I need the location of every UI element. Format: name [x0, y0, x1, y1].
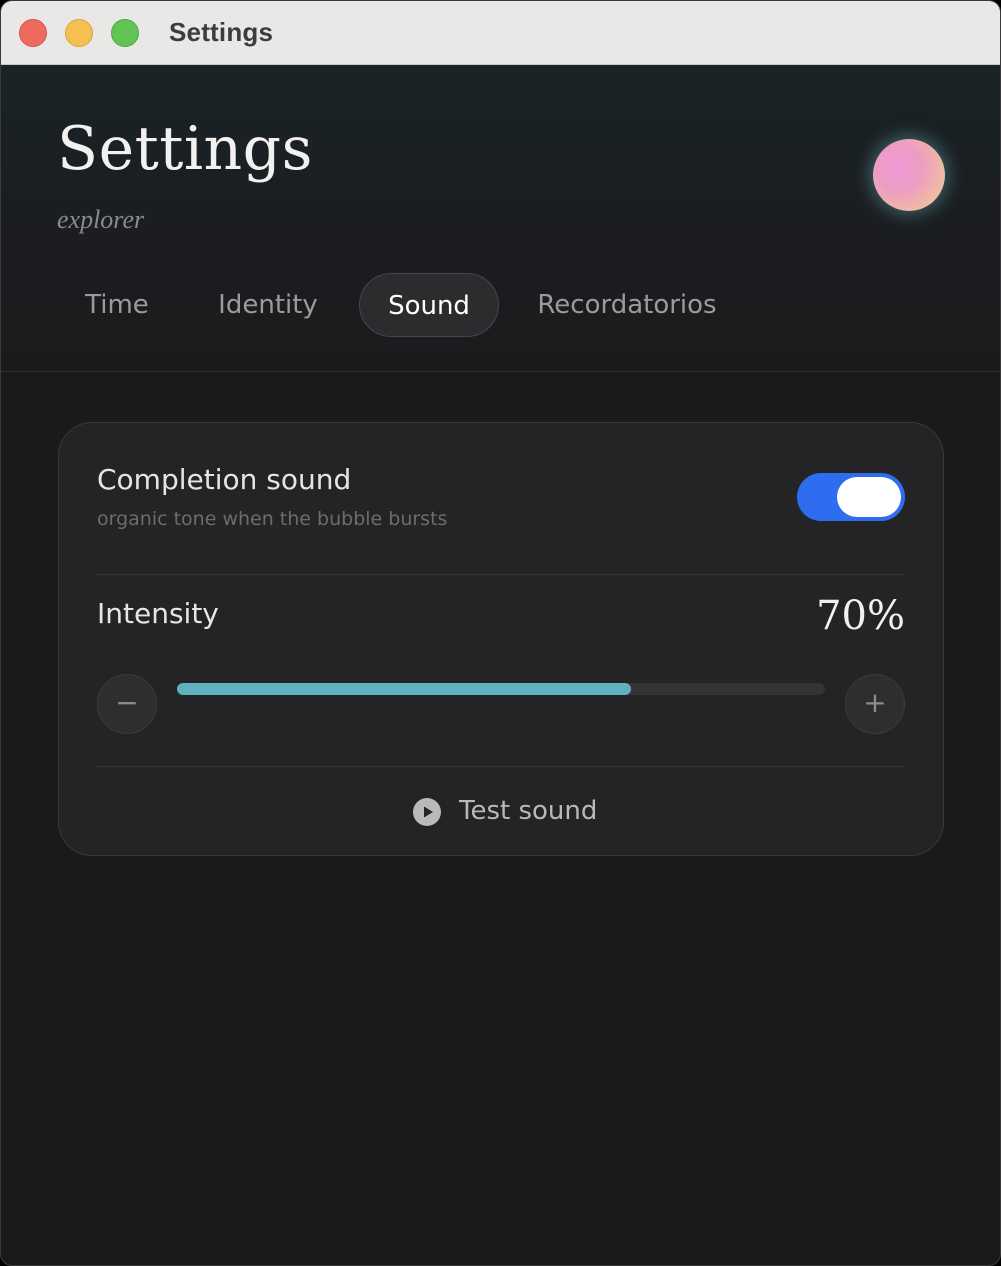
tab-recordatorios[interactable]: Recordatorios	[529, 273, 725, 337]
intensity-value: 70%	[816, 593, 905, 639]
completion-sound-title: Completion sound	[97, 463, 352, 496]
test-sound-button[interactable]: Test sound	[407, 789, 597, 837]
maximize-window-button[interactable]	[111, 19, 139, 47]
divider	[97, 574, 905, 575]
minus-icon: −	[115, 686, 139, 719]
settings-header: Settings explorer Time Identity Sound Re…	[1, 65, 1000, 372]
avatar[interactable]	[873, 139, 945, 211]
page-subtitle: explorer	[57, 205, 145, 234]
intensity-label: Intensity	[97, 597, 219, 630]
play-icon	[413, 798, 441, 826]
minimize-window-button[interactable]	[65, 19, 93, 47]
tab-identity[interactable]: Identity	[207, 273, 329, 337]
intensity-slider-fill	[177, 683, 631, 695]
settings-window: Settings Settings explorer Time Identity…	[0, 0, 1001, 1266]
title-bar: Settings	[1, 1, 1000, 65]
close-window-button[interactable]	[19, 19, 47, 47]
sound-settings-card: Completion sound organic tone when the b…	[58, 422, 944, 856]
tab-time[interactable]: Time	[57, 273, 177, 337]
plus-icon: +	[863, 686, 887, 719]
decrease-intensity-button[interactable]: −	[97, 674, 157, 734]
intensity-slider[interactable]	[177, 683, 825, 695]
toggle-knob	[837, 477, 901, 517]
tab-sound[interactable]: Sound	[359, 273, 499, 337]
completion-sound-description: organic tone when the bubble bursts	[97, 508, 448, 530]
window-title: Settings	[169, 17, 274, 47]
divider	[97, 766, 905, 767]
increase-intensity-button[interactable]: +	[845, 674, 905, 734]
completion-sound-toggle[interactable]	[797, 473, 905, 521]
test-sound-label: Test sound	[459, 796, 598, 826]
page-title: Settings	[57, 114, 313, 184]
